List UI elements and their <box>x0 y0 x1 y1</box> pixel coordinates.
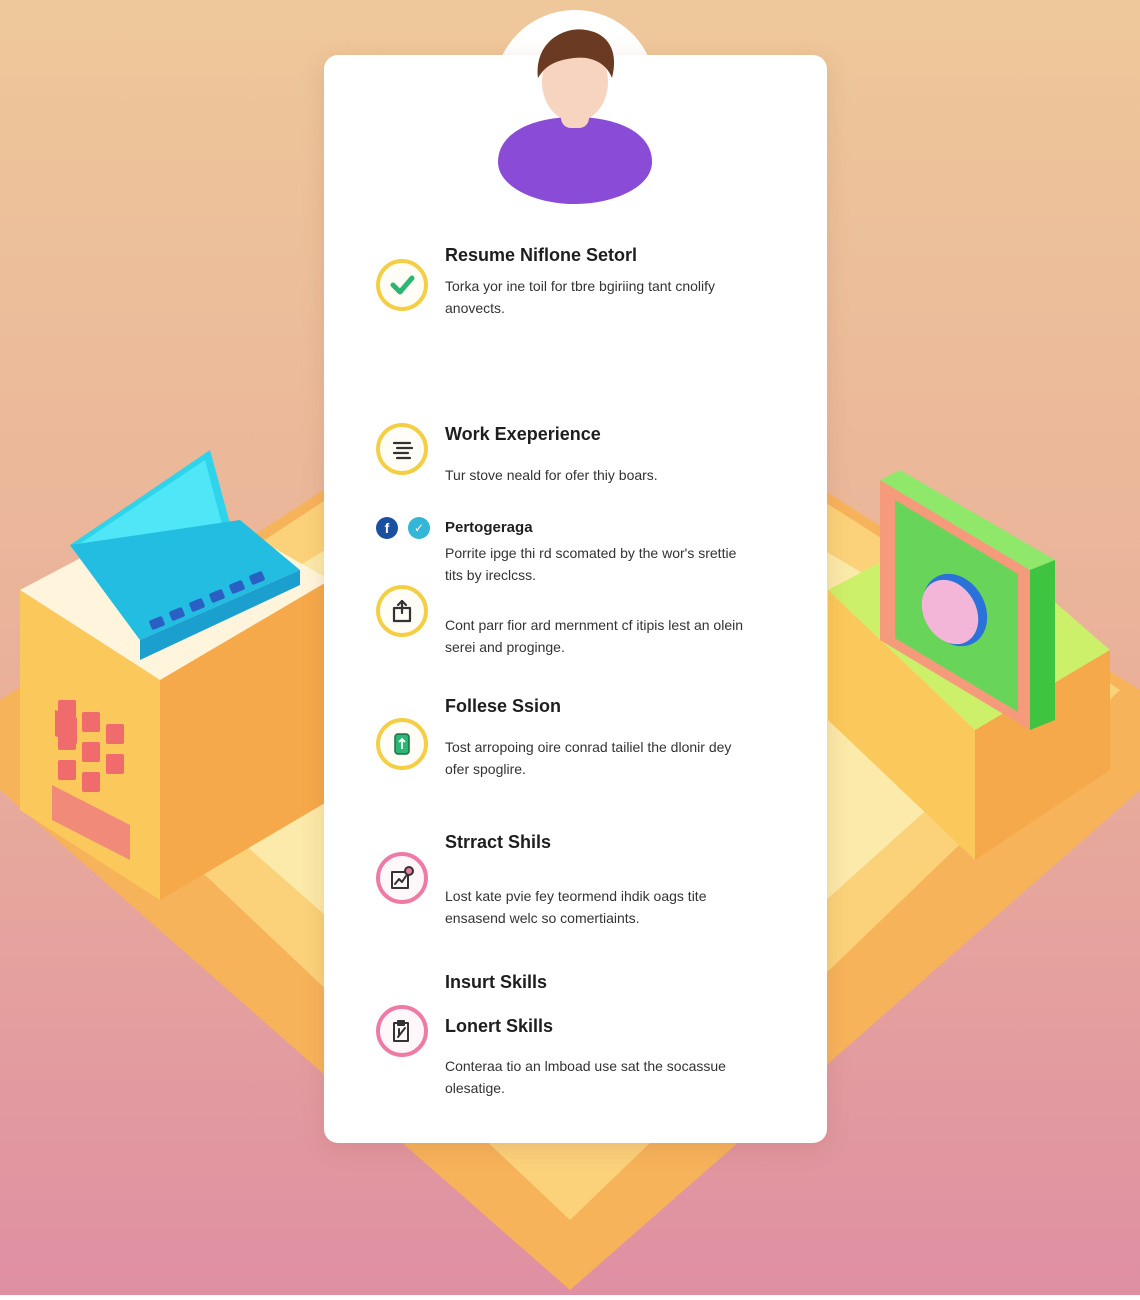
section-text: Tur stove neald for ofer thiy boars. <box>445 467 658 483</box>
section-title: Insurt Skills <box>445 972 548 992</box>
section-title: Pertogeraga <box>445 519 533 536</box>
clipboard-icon <box>376 1005 428 1057</box>
section-title: Follese Ssion <box>445 696 562 716</box>
section-strract-skills: Strract Shils Lost kate pvie fey teormen… <box>376 830 756 930</box>
section-title: Work Exeperience <box>445 424 601 444</box>
avatar-icon <box>498 29 652 204</box>
section-title: Resume Niflone Setorl <box>445 245 638 265</box>
section-title: Strract Shils <box>445 832 552 852</box>
section-title: Lonert Skills <box>445 1016 554 1036</box>
facebook-icon[interactable]: f <box>376 517 398 539</box>
chart-icon <box>376 852 428 904</box>
section-resume: Resume Niflone Setorl Torka yor ine toil… <box>376 240 756 330</box>
section-untitled: Cont parr fior ard mernment cf itipis le… <box>376 585 756 660</box>
section-text: Conteraa tio an lmboad use sat the socas… <box>445 1058 726 1096</box>
section-text: Lost kate pvie fey teormend ihdik oags t… <box>445 888 707 926</box>
section-work-experience: Work Exeperience Tur stove neald for ofe… <box>376 420 756 500</box>
section-text: Porrite ipge thi rd scomated by the wor'… <box>445 545 737 583</box>
section-follese: Follese Ssion Tost arropoing oire conrad… <box>376 693 756 788</box>
document-icon <box>376 423 428 475</box>
section-insurt-skills: Insurt Skills <box>376 970 756 1000</box>
check-icon <box>376 259 428 311</box>
share-icon <box>376 585 428 637</box>
device-icon <box>376 718 428 770</box>
section-text: Torka yor ine toil for tbre bgiriing tan… <box>445 278 716 316</box>
section-text: Tost arropoing oire conrad tailiel the d… <box>445 739 732 777</box>
section-lonert-skills: Lonert Skills Conteraa tio an lmboad use… <box>376 1005 756 1100</box>
twitter-icon[interactable]: ✓ <box>408 517 430 539</box>
section-text: Cont parr fior ard mernment cf itipis le… <box>445 617 744 655</box>
section-portfolio: f ✓ Pertogeraga Porrite ipge thi rd scom… <box>376 515 756 585</box>
